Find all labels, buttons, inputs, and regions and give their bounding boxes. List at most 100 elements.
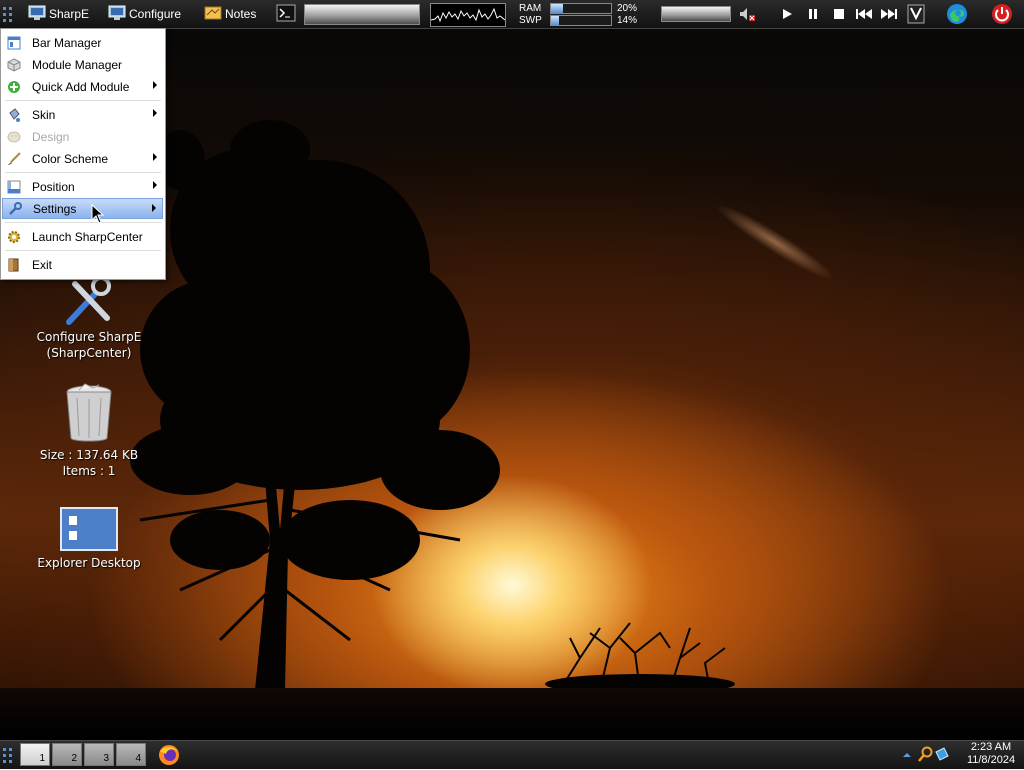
next-icon[interactable] xyxy=(880,6,898,22)
taskbar-clock[interactable]: 2:23 AM 11/8/2024 xyxy=(960,741,1022,767)
design-icon xyxy=(6,129,22,145)
tree-silhouette xyxy=(130,120,500,690)
menu-item-label: Skin xyxy=(32,107,56,122)
paint-bucket-icon xyxy=(6,107,22,123)
clock-time: 2:23 AM xyxy=(970,741,1012,753)
mouse-cursor-icon xyxy=(91,204,105,224)
configure-sharpe-label: Configure SharpE xyxy=(36,330,142,344)
brush-icon xyxy=(6,151,22,167)
notes-icon xyxy=(204,5,222,24)
workspace-number: 2 xyxy=(71,753,77,764)
sharpe-context-menu: Bar Manager Module Manager Quick Add Mod… xyxy=(0,28,166,280)
menu-item-position[interactable]: Position xyxy=(2,176,163,197)
workspace-3-button[interactable]: 3 xyxy=(84,743,114,766)
menu-item-label: Color Scheme xyxy=(32,151,109,166)
clock-date: 11/8/2024 xyxy=(966,754,1016,766)
ram-bar xyxy=(550,3,612,14)
menu-item-exit[interactable]: Exit xyxy=(2,254,163,275)
workspace-1-button[interactable]: 1 xyxy=(20,743,50,766)
terminal-button[interactable] xyxy=(276,0,296,28)
ground-silhouette xyxy=(0,688,1024,740)
menu-item-design: Design xyxy=(2,126,163,147)
workspace-2-button[interactable]: 2 xyxy=(52,743,82,766)
menu-item-bar-manager[interactable]: Bar Manager xyxy=(2,32,163,53)
workspace-number: 3 xyxy=(103,753,109,764)
submenu-arrow-icon xyxy=(153,109,157,117)
play-icon[interactable] xyxy=(778,6,796,22)
volume-slider[interactable] xyxy=(661,6,731,22)
exit-door-icon xyxy=(6,257,22,273)
menu-item-launch-sharpcenter[interactable]: Launch SharpCenter xyxy=(2,226,163,247)
swp-label: SWP xyxy=(519,15,542,26)
bar-grip-icon[interactable] xyxy=(2,0,14,28)
command-input-box[interactable] xyxy=(304,4,420,25)
bar-manager-icon xyxy=(6,35,22,51)
explorer-desktop-icon xyxy=(60,507,118,551)
desktop-icon-configure-sharpe[interactable]: Configure SharpE (SharpCenter) xyxy=(24,276,154,361)
menu-item-quick-add-module[interactable]: Quick Add Module xyxy=(2,76,163,97)
ram-percent: 20% xyxy=(617,3,638,14)
configure-button[interactable]: Configure xyxy=(108,0,181,28)
configure-tools-icon xyxy=(66,276,111,325)
monitor-icon xyxy=(108,5,126,24)
ram-bar-fill xyxy=(551,4,563,13)
submenu-arrow-icon xyxy=(153,153,157,161)
previous-icon[interactable] xyxy=(855,6,873,22)
menu-separator xyxy=(5,222,161,223)
submenu-arrow-icon xyxy=(153,81,157,89)
gear-icon xyxy=(6,229,22,245)
power-icon[interactable] xyxy=(991,3,1013,25)
speaker-muted-icon[interactable] xyxy=(738,6,756,22)
configure-label: Configure xyxy=(129,7,182,21)
explorer-desktop-label: Explorer Desktop xyxy=(37,556,141,570)
menu-item-label: Bar Manager xyxy=(32,35,102,50)
top-bar: SharpE Configure Notes RAM SWP 20% 14% xyxy=(0,0,1024,29)
winamp-icon[interactable] xyxy=(907,4,925,24)
recycle-bin-icon xyxy=(66,383,112,442)
menu-item-label: Settings xyxy=(33,201,77,216)
swp-bar-fill xyxy=(551,16,560,25)
module-cube-icon xyxy=(6,57,22,73)
workspace-4-button[interactable]: 4 xyxy=(116,743,146,766)
menu-item-label: Position xyxy=(32,179,75,194)
menu-item-skin[interactable]: Skin xyxy=(2,104,163,125)
cpu-graph xyxy=(430,3,506,27)
firefox-icon[interactable] xyxy=(157,743,181,770)
menu-item-label: Quick Add Module xyxy=(32,79,130,94)
tray-arrow-icon[interactable] xyxy=(902,749,912,763)
pause-icon[interactable] xyxy=(804,6,822,22)
add-green-icon xyxy=(6,79,22,95)
menu-item-settings[interactable]: Settings xyxy=(2,198,163,219)
sharpe-menu-button[interactable]: SharpE xyxy=(28,0,89,28)
bar-grip-icon[interactable] xyxy=(2,745,14,768)
menu-separator xyxy=(5,172,161,173)
notes-button[interactable]: Notes xyxy=(204,0,256,28)
bush-silhouette xyxy=(545,622,735,690)
submenu-arrow-icon xyxy=(153,181,157,189)
network-icon[interactable] xyxy=(934,746,950,765)
stop-icon[interactable] xyxy=(830,6,848,22)
edge-browser-icon[interactable] xyxy=(946,3,968,25)
menu-item-label: Exit xyxy=(32,257,53,272)
cloud-streak xyxy=(710,196,840,288)
bottom-bar: 1 2 3 4 xyxy=(0,740,1024,769)
notes-label: Notes xyxy=(225,7,257,21)
workspace-number: 1 xyxy=(39,753,45,764)
menu-separator xyxy=(5,100,161,101)
search-icon[interactable] xyxy=(918,746,934,765)
menu-separator xyxy=(5,250,161,251)
menu-item-label: Launch SharpCenter xyxy=(32,229,143,244)
menu-item-label: Module Manager xyxy=(32,57,123,72)
swp-bar xyxy=(550,15,612,26)
workspace-number: 4 xyxy=(135,753,141,764)
monitor-icon xyxy=(28,5,46,24)
sharpe-label: SharpE xyxy=(49,7,90,21)
wrench-icon xyxy=(7,201,23,217)
desktop-icon-recycle-bin[interactable]: Size : 137.64 KB Items : 1 xyxy=(24,382,154,479)
menu-item-color-scheme[interactable]: Color Scheme xyxy=(2,148,163,169)
terminal-icon xyxy=(276,4,296,25)
recycle-bin-size: Size : 137.64 KB xyxy=(39,448,139,462)
desktop-icon-explorer-desktop[interactable]: Explorer Desktop xyxy=(24,506,154,571)
swp-percent: 14% xyxy=(617,15,638,26)
menu-item-module-manager[interactable]: Module Manager xyxy=(2,54,163,75)
